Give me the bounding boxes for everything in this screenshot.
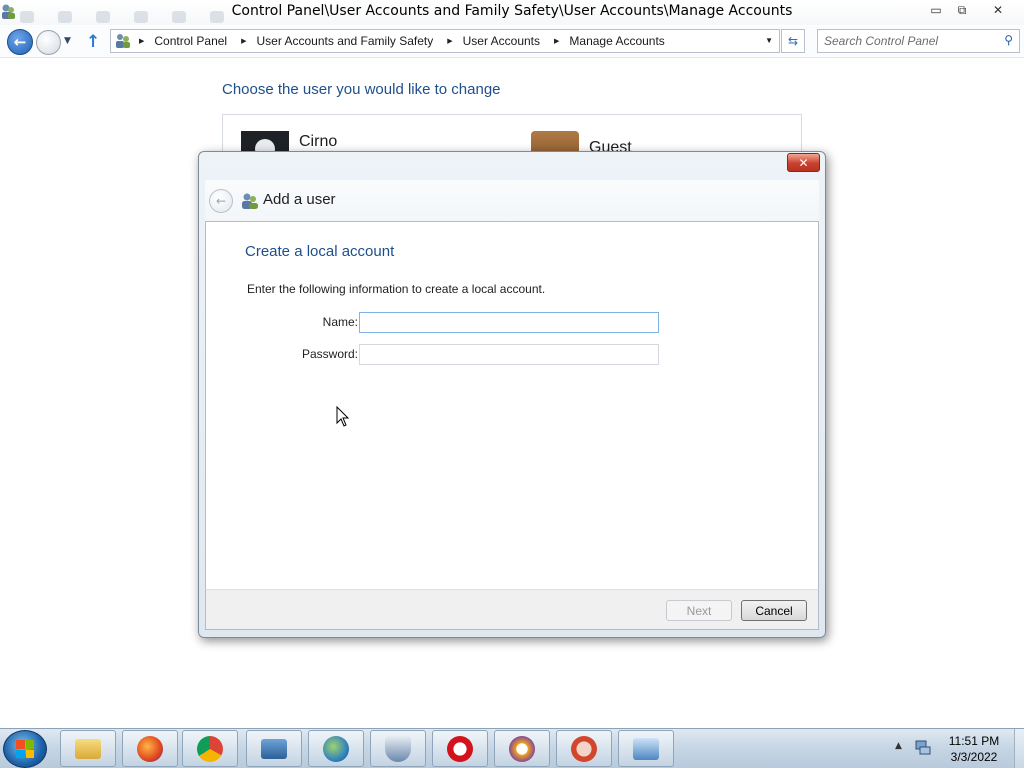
back-button[interactable]: ← — [7, 29, 33, 55]
dialog-header: ← Add a user — [205, 180, 819, 222]
up-arrow-icon[interactable]: ↑ — [86, 32, 100, 52]
restore-button[interactable]: ⧉ — [950, 1, 974, 19]
firefox-icon — [137, 735, 163, 762]
user-name[interactable]: Cirno — [299, 133, 337, 151]
address-bar[interactable]: ▶ Control Panel ▶ User Accounts and Fami… — [110, 29, 780, 53]
navigation-bar: ← ▼ ↑ ▶ Control Panel ▶ User Accounts an… — [0, 26, 1024, 58]
password-label: Password: — [301, 347, 358, 361]
forward-button[interactable] — [36, 30, 61, 55]
minimize-button[interactable]: ▭ — [924, 1, 948, 19]
search-icon[interactable]: ⚲ — [1004, 33, 1013, 47]
clock-time: 11:51 PM — [948, 734, 1000, 748]
title-bar: Control Panel\User Accounts and Family S… — [0, 0, 1024, 25]
system-clock[interactable]: 11:51 PM 3/3/2022 — [940, 733, 1008, 765]
control-panel-icon — [116, 34, 130, 48]
show-desktop-button[interactable] — [1014, 729, 1024, 768]
clock-date: 3/3/2022 — [950, 750, 998, 764]
search-input[interactable] — [824, 33, 994, 49]
back-arrow-icon: ← — [13, 33, 27, 51]
start-button[interactable] — [3, 730, 47, 768]
refresh-button[interactable]: ⇆ — [781, 29, 805, 53]
taskbar-control-panel[interactable] — [618, 730, 674, 767]
opera-icon — [447, 735, 473, 762]
address-dropdown-icon[interactable]: ▼ — [765, 36, 773, 45]
window-title: Control Panel\User Accounts and Family S… — [231, 3, 793, 19]
breadcrumb-control-panel[interactable]: Control Panel — [154, 34, 227, 48]
search-box[interactable]: ⚲ — [817, 29, 1020, 53]
users-icon — [242, 193, 258, 209]
dialog-footer: Next Cancel — [205, 589, 819, 630]
network-status-icon[interactable] — [914, 738, 932, 756]
name-field[interactable] — [359, 312, 659, 333]
taskbar-file-explorer[interactable] — [60, 730, 116, 767]
refresh-icon: ⇆ — [787, 34, 799, 48]
shield-icon — [385, 735, 411, 762]
breadcrumb-manage-accounts[interactable]: Manage Accounts — [569, 34, 664, 48]
cancel-button[interactable]: Cancel — [741, 600, 807, 621]
breadcrumb-user-accounts-family-safety[interactable]: User Accounts and Family Safety — [257, 34, 434, 48]
taskbar-remote-desktop[interactable] — [246, 730, 302, 767]
taskbar: ▲ 11:51 PM 3/3/2022 — [0, 728, 1024, 768]
breadcrumb-chevron-icon[interactable]: ▶ — [447, 37, 452, 45]
taskbar-network[interactable] — [308, 730, 364, 767]
next-button[interactable]: Next — [666, 600, 732, 621]
back-arrow-icon: ← — [215, 194, 227, 208]
breadcrumb-user-accounts[interactable]: User Accounts — [463, 34, 540, 48]
breadcrumb-chevron-icon[interactable]: ▶ — [241, 37, 246, 45]
close-window-button[interactable]: ✕ — [984, 1, 1012, 19]
dialog-heading: Create a local account — [245, 243, 395, 260]
control-panel-icon — [633, 737, 659, 760]
taskbar-security[interactable] — [370, 730, 426, 767]
chrome-icon — [197, 735, 223, 762]
page-heading: Choose the user you would like to change — [222, 81, 501, 98]
taskbar-firefox[interactable] — [122, 730, 178, 767]
globe-icon — [323, 735, 349, 762]
taskbar-vpn[interactable] — [494, 730, 550, 767]
dialog-title: Add a user — [263, 191, 336, 208]
breadcrumb-chevron-icon[interactable]: ▶ — [139, 37, 144, 45]
dialog-close-button[interactable]: ✕ — [787, 153, 820, 172]
recent-pages-dropdown-icon[interactable]: ▼ — [64, 36, 71, 46]
dialog-body: Create a local account Enter the followi… — [205, 221, 819, 590]
add-user-dialog: ✕ ← Add a user Create a local account En… — [198, 151, 826, 638]
antivirus-icon — [571, 735, 597, 762]
monitor-icon — [261, 738, 287, 759]
password-field[interactable] — [359, 344, 659, 365]
lock-icon — [509, 735, 535, 762]
breadcrumb: ▶ Control Panel ▶ User Accounts and Fami… — [137, 34, 677, 48]
taskbar-opera[interactable] — [432, 730, 488, 767]
show-hidden-icons-icon[interactable]: ▲ — [895, 741, 902, 751]
dialog-instructions: Enter the following information to creat… — [247, 282, 546, 296]
breadcrumb-chevron-icon[interactable]: ▶ — [554, 37, 559, 45]
folder-icon — [75, 738, 101, 759]
mouse-cursor-icon — [336, 406, 350, 427]
name-label: Name: — [322, 315, 358, 329]
taskbar-chrome[interactable] — [182, 730, 238, 767]
windows-logo-icon — [16, 740, 34, 758]
dialog-back-button[interactable]: ← — [209, 189, 233, 213]
taskbar-antivirus[interactable] — [556, 730, 612, 767]
